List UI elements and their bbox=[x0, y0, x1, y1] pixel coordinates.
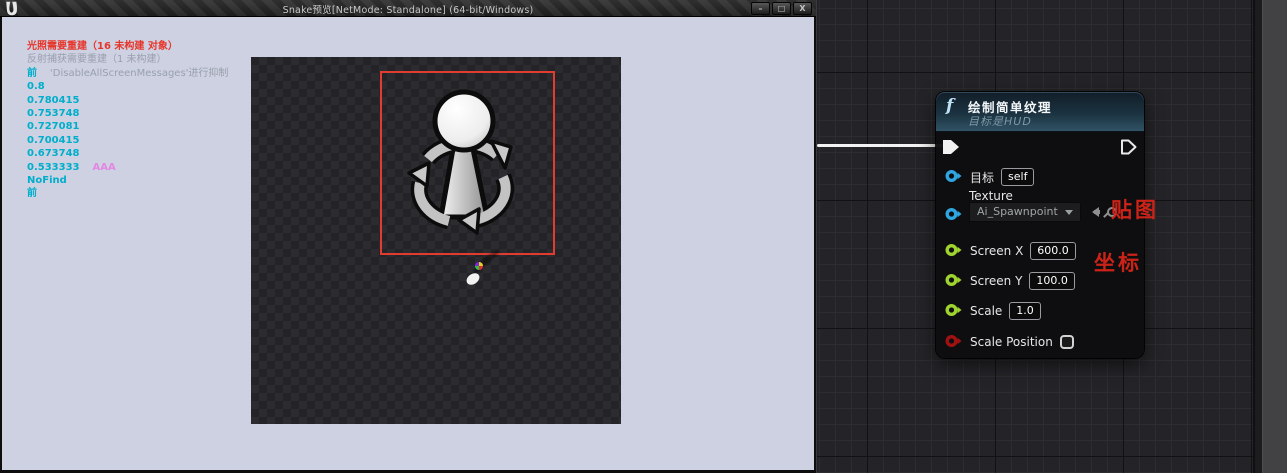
scale-pin[interactable] bbox=[945, 302, 963, 321]
close-button[interactable]: X bbox=[793, 2, 812, 15]
debug-value: 0.753748 bbox=[27, 107, 228, 120]
debug-message-overlay: 光照需要重建（16 未构建 对象） 反射捕获需要重建（1 未构建） 前 'Dis… bbox=[27, 40, 228, 201]
blueprint-graph-panel[interactable]: f 绘制简单纹理 目标是HUD 目标 self Texture Ai_Spawn… bbox=[816, 0, 1287, 473]
debug-value: 0.780415 bbox=[27, 94, 228, 107]
screen-x-pin-label: Screen X bbox=[970, 244, 1023, 258]
node-subtitle: 目标是HUD bbox=[968, 113, 1032, 129]
use-selected-asset-icon[interactable] bbox=[1087, 207, 1101, 217]
debug-reflection-message: 反射捕获需要重建（1 未构建） bbox=[27, 53, 228, 66]
debug-value: 0.727081 bbox=[27, 120, 228, 133]
screen-x-value-input[interactable]: 600.0 bbox=[1030, 242, 1076, 260]
minimize-button[interactable]: – bbox=[751, 2, 770, 15]
debug-suppress-message: 'DisableAllScreenMessages'进行抑制 bbox=[50, 67, 228, 80]
draw-simple-texture-node[interactable]: f 绘制简单纹理 目标是HUD 目标 self Texture Ai_Spawn… bbox=[936, 92, 1144, 358]
scale-pin-label: Scale bbox=[970, 304, 1002, 318]
target-pin-label: 目标 bbox=[970, 169, 994, 186]
ai-spawnpoint-pawn-icon bbox=[403, 89, 521, 237]
annotation-texture: 贴图 bbox=[1111, 194, 1159, 224]
screen-y-pin[interactable] bbox=[945, 272, 963, 291]
texture-preview-viewport bbox=[251, 57, 621, 424]
debug-value: 0.673748 bbox=[27, 147, 228, 160]
exec-input-pin[interactable] bbox=[942, 139, 960, 159]
panel-edge-divider bbox=[1253, 0, 1262, 473]
texture-pin-label: Texture bbox=[969, 189, 1013, 203]
debug-value: 0.533333 bbox=[27, 161, 80, 174]
debug-value: 0.700415 bbox=[27, 134, 228, 147]
debug-aaa-label: AAA bbox=[93, 161, 116, 174]
debug-tag: 前 bbox=[27, 187, 228, 200]
texture-asset-dropdown[interactable]: Ai_Spawnpoint bbox=[969, 202, 1081, 222]
preview-canvas: 光照需要重建（16 未构建 对象） 反射捕获需要重建（1 未构建） 前 'Dis… bbox=[2, 17, 814, 470]
debug-lighting-message: 光照需要重建（16 未构建 对象） bbox=[27, 40, 228, 53]
game-preview-window: Snake预览[NetMode: Standalone] (64-bit/Win… bbox=[0, 0, 816, 473]
texture-pin[interactable] bbox=[945, 206, 963, 225]
debug-tag: 前 bbox=[27, 67, 37, 80]
function-icon: f bbox=[946, 96, 953, 116]
screen-y-pin-label: Screen Y bbox=[970, 274, 1022, 288]
screen-x-pin[interactable] bbox=[945, 242, 963, 261]
exec-wire bbox=[817, 144, 949, 147]
window-title: Snake预览[NetMode: Standalone] (64-bit/Win… bbox=[0, 2, 816, 16]
target-pin[interactable] bbox=[945, 168, 963, 187]
exec-output-pin[interactable] bbox=[1120, 139, 1137, 159]
debug-value: 0.8 bbox=[27, 80, 228, 93]
node-header[interactable]: f 绘制简单纹理 目标是HUD bbox=[936, 92, 1144, 132]
debug-dart-marker bbox=[454, 245, 508, 289]
window-titlebar[interactable]: Snake预览[NetMode: Standalone] (64-bit/Win… bbox=[0, 0, 816, 17]
scale-position-checkbox[interactable] bbox=[1060, 335, 1074, 349]
annotation-coords: 坐标 bbox=[1094, 247, 1142, 277]
scale-position-pin-label: Scale Position bbox=[970, 335, 1053, 349]
scale-position-pin[interactable] bbox=[945, 333, 963, 352]
scale-value-input[interactable]: 1.0 bbox=[1009, 302, 1041, 320]
texture-asset-name: Ai_Spawnpoint bbox=[977, 205, 1058, 219]
debug-nofind-message: NoFind bbox=[27, 174, 228, 187]
chevron-down-icon bbox=[1065, 210, 1073, 219]
screen-y-value-input[interactable]: 100.0 bbox=[1029, 272, 1075, 290]
target-value-box[interactable]: self bbox=[1001, 168, 1034, 186]
right-panel-edge[interactable] bbox=[1262, 0, 1287, 473]
maximize-button[interactable]: □ bbox=[772, 2, 791, 15]
